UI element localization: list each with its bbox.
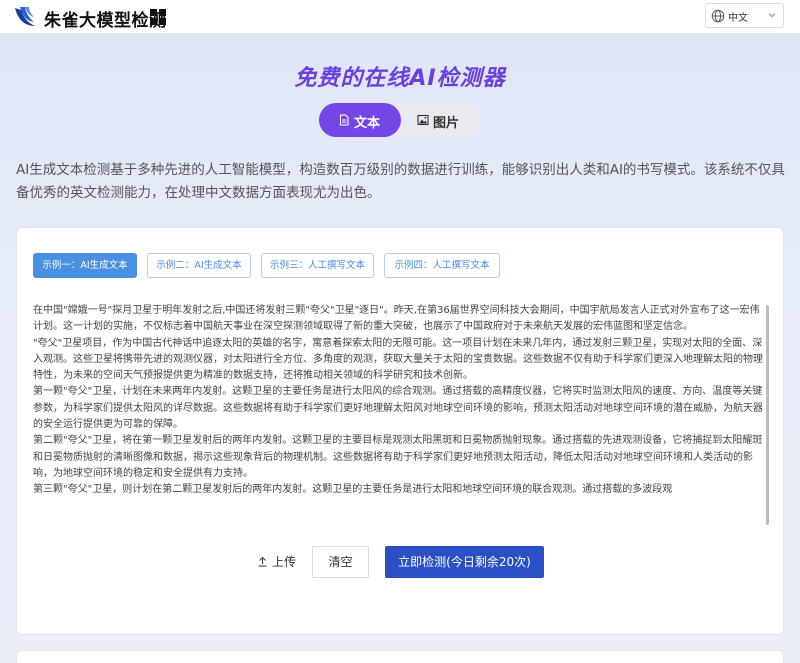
results-card: [16, 650, 784, 663]
upload-icon: [258, 556, 267, 567]
upload-label: 上传: [272, 555, 297, 569]
content-paragraph: 第三颗"夸父"卫星，则计划在第二颗卫星发射后的两年内发射。这颗卫星的主要任务是进…: [33, 484, 673, 496]
tab-text[interactable]: 文本: [319, 103, 401, 137]
example-button-3[interactable]: 示例三：人工撰写文本: [261, 253, 374, 278]
content-paragraph: 在中国"嫦娥一号"探月卫星于明年发射之后,中国还将发射三颗"夸父"卫星"逐日"。…: [33, 305, 760, 333]
content-paragraph: 第一颗"夸父"卫星，计划在未来两年内发射。这颗卫星的主要任务是进行太阳风的综合观…: [33, 386, 763, 431]
tab-image-label: 图片: [433, 116, 460, 131]
globe-icon: [711, 9, 725, 23]
clear-button[interactable]: 清空: [312, 546, 369, 578]
image-icon: [417, 114, 429, 126]
detector-card: 示例一：AI生成文本 示例二：AI生成文本 示例三：人工撰写文本 示例四：人工撰…: [16, 227, 784, 635]
brand-name[interactable]: 朱雀大模型检测: [44, 6, 167, 31]
intro-description: AI生成文本检测基于多种先进的人工智能模型，构造数百万级别的数据进行训练，能够识…: [16, 162, 785, 201]
content-paragraph: 第二颗"夸父"卫星，将在第一颗卫星发射后的两年内发射。这颗卫星的主要目标是观测太…: [33, 435, 763, 479]
example-button-1[interactable]: 示例一：AI生成文本: [33, 253, 137, 278]
document-icon: [339, 114, 349, 126]
language-select[interactable]: 中文: [705, 3, 784, 28]
top-header: 朱雀大模型检测 中文: [0, 0, 800, 34]
example-button-4[interactable]: 示例四：人工撰写文本: [384, 253, 500, 278]
content-paragraph: "夸父"卫星项目，作为中国古代神话中追逐太阳的英雄的名字，寓意着探索太阳的无限可…: [33, 337, 763, 382]
zhuque-logo-icon[interactable]: [12, 4, 38, 30]
detect-button[interactable]: 立即检测(今日剩余20次): [385, 546, 544, 578]
example-button-2[interactable]: 示例二：AI生成文本: [147, 253, 251, 278]
page-title: 免费的在线AI检测器: [294, 66, 506, 91]
apps-grid-icon[interactable]: [150, 9, 166, 25]
tab-image[interactable]: 图片: [401, 103, 481, 137]
language-label: 中文: [728, 13, 748, 24]
text-input-area[interactable]: 在中国"嫦娥一号"探月卫星于明年发射之后,中国还将发射三颗"夸父"卫星"逐日"。…: [33, 303, 767, 525]
tab-text-label: 文本: [354, 116, 381, 131]
mode-toggle: 文本 图片: [319, 103, 481, 137]
chevron-down-icon: [768, 13, 776, 18]
text-scrollbar[interactable]: [766, 305, 769, 525]
